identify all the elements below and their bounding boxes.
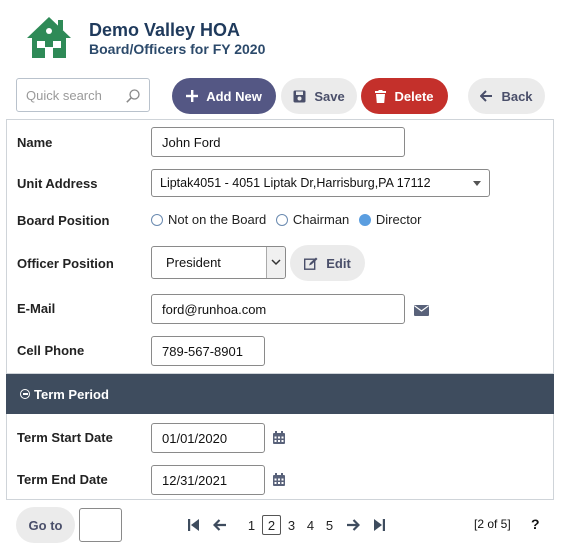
term-end-field[interactable]: 12/31/2021 [151, 465, 265, 495]
radio-button-icon[interactable] [151, 214, 163, 226]
trash-icon [375, 89, 387, 103]
search-input[interactable] [26, 88, 122, 103]
page-4[interactable]: 4 [301, 518, 320, 533]
radio-label: Director [375, 212, 422, 227]
dropdown-arrow-icon [473, 181, 481, 186]
email-field[interactable]: ford@runhoa.com [151, 294, 405, 324]
edit-officer-button[interactable]: Edit [290, 245, 365, 281]
save-button[interactable]: Save [281, 78, 357, 114]
unit-address-label: Unit Address [17, 176, 98, 191]
radio-label: Not on the Board [168, 212, 267, 227]
term-start-label: Term Start Date [17, 430, 113, 445]
chevron-down-icon [271, 259, 281, 266]
board-position-label: Board Position [17, 213, 110, 228]
page-2-current[interactable]: 2 [262, 515, 281, 535]
term-end-label: Term End Date [17, 472, 108, 487]
cell-phone-field[interactable]: 789-567-8901 [151, 336, 265, 366]
page-3[interactable]: 3 [282, 518, 301, 533]
calendar-icon[interactable] [273, 473, 285, 491]
name-field[interactable]: John Ford [151, 127, 405, 157]
back-button[interactable]: Back [468, 78, 545, 114]
term-start-field[interactable]: 01/01/2020 [151, 423, 265, 453]
radio-director[interactable]: Director [358, 212, 422, 227]
calendar-icon[interactable] [273, 431, 285, 449]
name-label: Name [17, 135, 53, 150]
email-label: E-Mail [17, 301, 56, 316]
officer-position-label: Officer Position [17, 256, 114, 271]
unit-address-select[interactable]: Liptak4051 - 4051 Liptak Dr,Harrisburg,P… [151, 169, 490, 197]
page-1[interactable]: 1 [242, 518, 261, 533]
radio-button-icon[interactable] [275, 214, 288, 226]
edit-label: Edit [326, 255, 351, 271]
save-icon [293, 90, 306, 102]
officer-position-select[interactable]: President [151, 246, 286, 279]
edit-icon [304, 257, 318, 270]
collapse-icon[interactable] [20, 389, 30, 399]
page-5[interactable]: 5 [320, 518, 339, 533]
back-label: Back [501, 88, 533, 104]
go-to-input[interactable] [79, 508, 122, 542]
envelope-icon[interactable] [414, 303, 429, 321]
board-position-radios: Not on the Board Chairman Director [151, 212, 427, 227]
go-to-label: Go to [28, 517, 63, 533]
first-page-icon[interactable] [186, 517, 202, 533]
last-page-icon[interactable] [371, 517, 387, 533]
add-new-label: Add New [206, 88, 262, 104]
org-name: Demo Valley HOA [89, 20, 241, 40]
hoa-logo-icon [24, 14, 74, 60]
save-label: Save [314, 88, 345, 104]
unit-address-value: Liptak4051 - 4051 Liptak Dr,Harrisburg,P… [160, 176, 431, 190]
radio-label: Chairman [292, 212, 350, 227]
radio-not-on-board[interactable]: Not on the Board [151, 212, 266, 227]
delete-button[interactable]: Delete [361, 78, 448, 114]
prev-page-icon[interactable] [212, 517, 228, 533]
plus-icon [186, 90, 199, 102]
radio-chairman[interactable]: Chairman [275, 212, 350, 227]
officer-position-value: President [166, 255, 221, 270]
page-subtitle: Board/Officers for FY 2020 [89, 41, 266, 57]
go-to-button[interactable]: Go to [16, 507, 75, 543]
next-page-icon[interactable] [345, 517, 361, 533]
help-button[interactable]: ? [531, 516, 540, 532]
quick-search[interactable] [16, 78, 150, 112]
cell-phone-label: Cell Phone [17, 343, 85, 358]
term-period-title: Term Period [34, 386, 109, 402]
add-new-button[interactable]: Add New [172, 78, 276, 114]
pagination: 1 2 3 4 5 [186, 514, 387, 536]
arrow-left-icon [480, 90, 493, 102]
term-period-header[interactable]: Term Period [6, 374, 554, 414]
radio-button-selected-icon[interactable] [358, 214, 371, 226]
record-count: [2 of 5] [474, 517, 511, 531]
dropdown-button[interactable] [266, 247, 285, 278]
search-icon[interactable] [125, 88, 141, 104]
delete-label: Delete [394, 88, 434, 104]
